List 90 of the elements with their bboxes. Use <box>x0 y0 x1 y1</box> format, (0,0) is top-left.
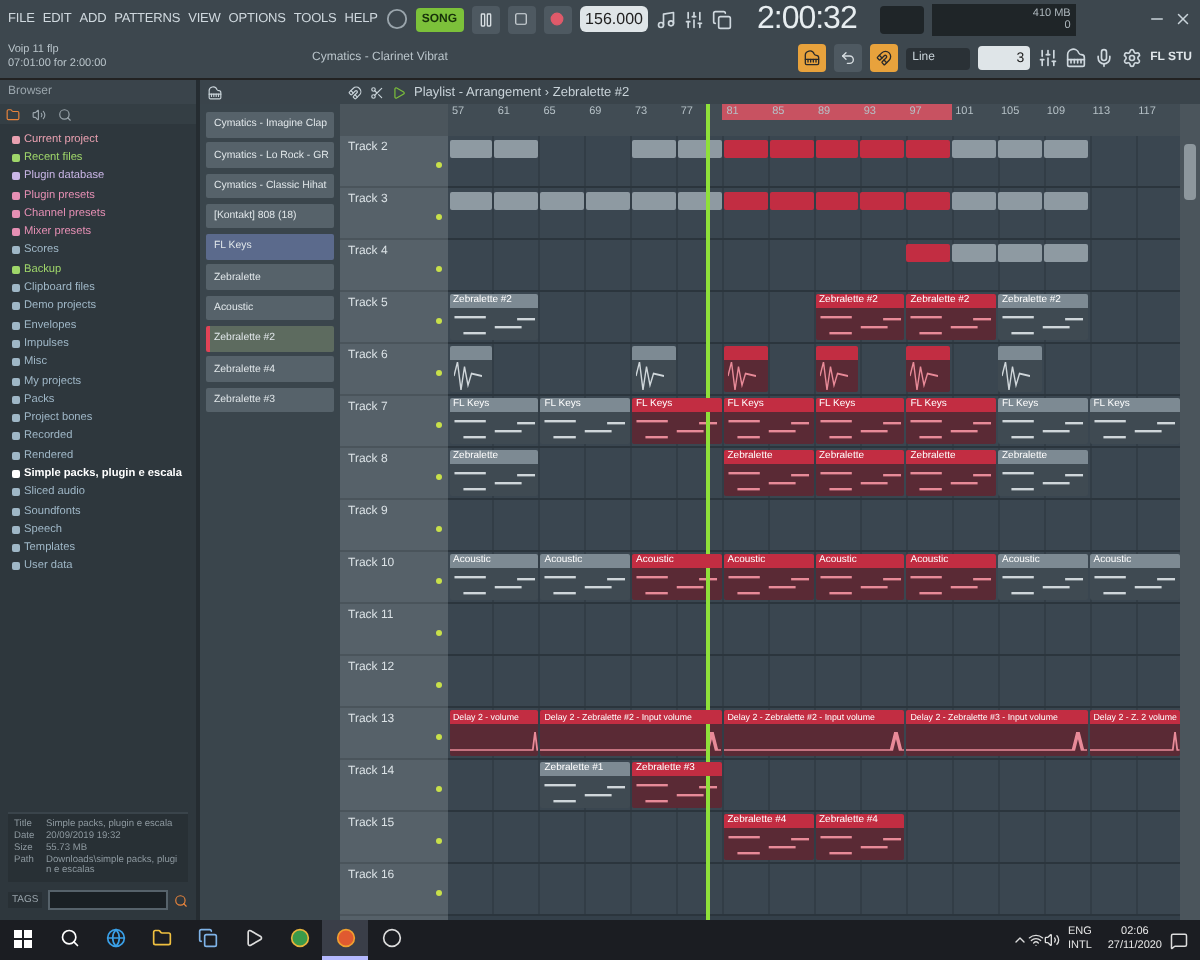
track-lane[interactable] <box>448 864 1180 916</box>
song-time: 2:00:32 <box>756 1 857 38</box>
play-icon[interactable] <box>392 85 406 99</box>
scrollbar-thumb[interactable] <box>1184 144 1196 200</box>
stop-icon <box>514 12 529 27</box>
track-led-icon[interactable] <box>436 474 442 480</box>
mixer-icon[interactable] <box>1038 48 1059 69</box>
audio-clip[interactable] <box>449 346 493 392</box>
track-led-icon[interactable] <box>436 370 442 376</box>
track-led-icon[interactable] <box>436 578 442 584</box>
pattern-song-button[interactable] <box>798 44 827 73</box>
track-led-icon[interactable] <box>436 266 442 272</box>
pattern-block[interactable] <box>1043 192 1088 210</box>
audio-clip[interactable] <box>906 346 951 392</box>
audio-clip[interactable] <box>815 346 859 392</box>
microphone-icon[interactable] <box>1094 48 1115 69</box>
folder-icon[interactable] <box>6 107 20 121</box>
pattern-block[interactable] <box>494 192 539 210</box>
track-led-icon[interactable] <box>436 630 442 636</box>
piano-icon <box>804 50 821 67</box>
waveform-drawing <box>819 362 847 390</box>
audio-clip[interactable] <box>723 346 768 392</box>
search-icon[interactable] <box>58 107 72 121</box>
network-icon[interactable] <box>1027 932 1044 948</box>
piano-icon[interactable] <box>208 85 222 99</box>
tempo-display[interactable]: 156.000 <box>579 6 649 33</box>
knob-icon[interactable] <box>385 8 408 31</box>
settings-icon[interactable] <box>1122 48 1143 69</box>
audio-clip[interactable] <box>632 346 676 392</box>
track-led-icon[interactable] <box>436 214 442 220</box>
waveform-drawing <box>910 362 939 390</box>
magnet-icon[interactable] <box>348 85 362 99</box>
pattern-block[interactable] <box>449 192 493 210</box>
track-led-icon[interactable] <box>436 318 442 324</box>
track-led-icon[interactable] <box>436 890 442 896</box>
chevron-up-icon[interactable] <box>1011 932 1028 948</box>
windows-icon <box>14 929 32 947</box>
search-icon <box>59 928 79 948</box>
pattern-block[interactable] <box>449 140 493 158</box>
playhead[interactable] <box>705 104 710 920</box>
volume-icon[interactable] <box>32 107 46 121</box>
taskbar-app[interactable] <box>322 920 368 960</box>
folder-icon <box>151 928 171 948</box>
undo-icon <box>840 50 857 67</box>
scissors-icon[interactable] <box>370 85 384 99</box>
search-icon[interactable] <box>174 893 188 907</box>
track-lane[interactable] <box>448 656 1180 708</box>
magnet-icon <box>876 50 893 67</box>
search-field[interactable] <box>48 890 168 910</box>
oscilloscope <box>880 5 925 34</box>
pattern-block[interactable] <box>677 140 722 158</box>
pause-button[interactable] <box>471 5 500 34</box>
notification-icon[interactable] <box>1170 931 1188 949</box>
track-led-icon[interactable] <box>436 682 442 688</box>
metronome-icon[interactable] <box>656 9 677 30</box>
audio-clip[interactable] <box>998 346 1042 392</box>
track-lane[interactable] <box>448 188 1180 240</box>
waveform-drawing <box>636 362 664 390</box>
step-button[interactable] <box>834 44 863 73</box>
track-led-icon[interactable] <box>436 422 442 428</box>
pattern-block[interactable] <box>677 192 722 210</box>
track-lane[interactable] <box>448 240 1180 292</box>
track-led-icon[interactable] <box>436 786 442 792</box>
pattern-block[interactable] <box>494 140 539 158</box>
track-led-icon[interactable] <box>436 838 442 844</box>
pattern-block[interactable] <box>1043 140 1088 158</box>
link-button[interactable] <box>870 44 899 73</box>
pattern-block[interactable] <box>1043 244 1088 262</box>
track-lane[interactable] <box>448 136 1180 188</box>
pattern-block[interactable] <box>540 192 585 210</box>
track-led-icon[interactable] <box>436 526 442 532</box>
header-corner <box>340 104 448 136</box>
pause-icon <box>477 11 494 28</box>
track-lane[interactable] <box>448 604 1180 656</box>
speaker-icon[interactable] <box>1043 932 1060 948</box>
waveform-drawing <box>727 362 756 390</box>
stop-button[interactable] <box>507 5 536 34</box>
record-button[interactable] <box>543 5 572 34</box>
play-icon <box>243 928 263 948</box>
record-icon <box>550 12 565 27</box>
track-led-icon[interactable] <box>436 734 442 740</box>
waveform-drawing <box>453 362 481 390</box>
playlist-grid[interactable] <box>448 104 1180 920</box>
waveform-drawing <box>1002 362 1030 390</box>
close-icon[interactable] <box>1174 10 1192 29</box>
record-icon <box>381 928 401 948</box>
track-lane[interactable] <box>448 344 1180 396</box>
track-lane[interactable] <box>448 500 1180 552</box>
piano-roll-icon[interactable] <box>1066 48 1087 69</box>
track-led-icon[interactable] <box>436 162 442 168</box>
